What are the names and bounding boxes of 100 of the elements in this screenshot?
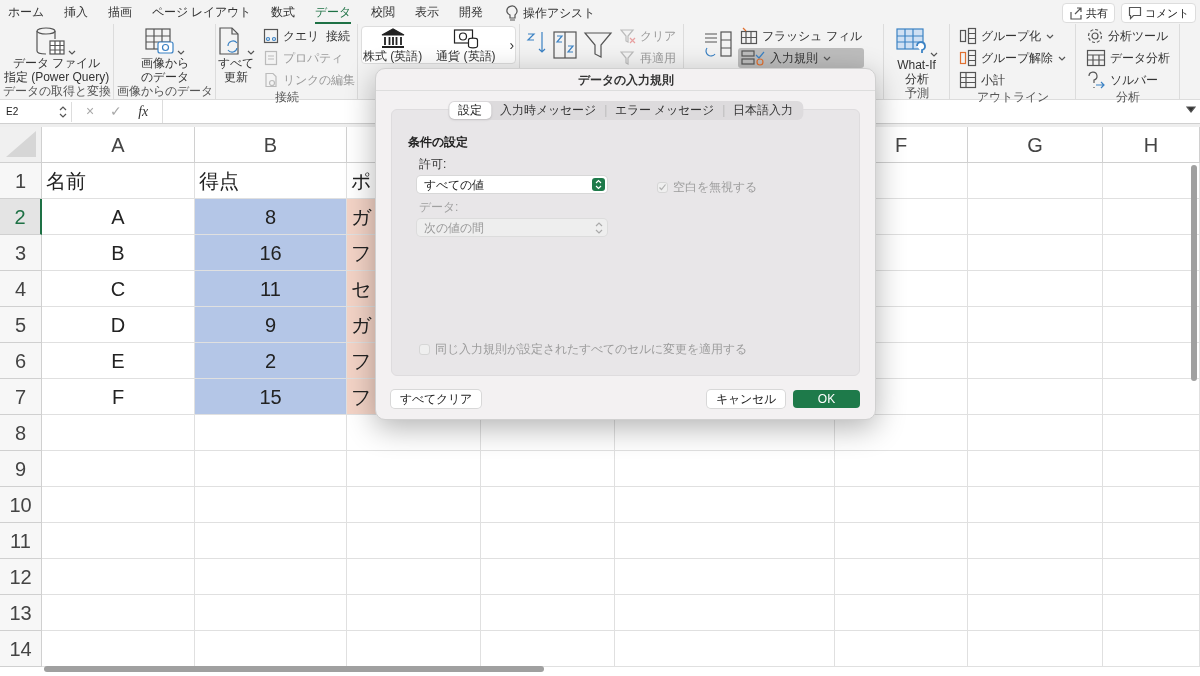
row-header[interactable]: 9 (0, 451, 42, 487)
properties-icon (263, 50, 279, 66)
dialog-button[interactable]: OK (793, 390, 860, 408)
ribbon-button[interactable]: What-If 分析 (894, 26, 939, 86)
group-label: 予測 (904, 86, 929, 101)
checkbox-label: 空白を無視する (673, 179, 757, 196)
row-header[interactable]: 13 (0, 595, 42, 631)
funnel-icon (583, 30, 613, 60)
flash-fill-icon (740, 27, 759, 45)
text-columns-icon (703, 30, 734, 60)
ribbon-tab[interactable]: 数式 (271, 2, 296, 24)
row-header[interactable]: 8 (0, 415, 42, 451)
stepper-icon (59, 105, 67, 118)
column-header[interactable]: G (968, 127, 1103, 163)
table-icon (1085, 49, 1106, 67)
table-cell: 16 (195, 235, 347, 271)
dialog-button[interactable]: すべてクリア (391, 390, 481, 408)
group-label: アウトライン (976, 90, 1049, 105)
select-all-corner[interactable] (0, 127, 42, 163)
row-header[interactable]: 10 (0, 487, 42, 523)
row-header[interactable]: 11 (0, 523, 42, 559)
dialog-tab[interactable]: 設定 (448, 102, 491, 119)
ribbon-tab[interactable]: ページ レイアウト (152, 2, 252, 24)
dropdown-field[interactable]: すべての値 (417, 176, 607, 193)
solver-icon (1085, 70, 1106, 90)
data-type-button[interactable]: 通貨 (英語) (436, 27, 496, 63)
dialog-button[interactable]: キャンセル (707, 390, 785, 408)
validation-icon (740, 49, 767, 67)
ribbon-tab[interactable]: 開発 (459, 2, 484, 24)
ribbon-button[interactable]: データ分析 (1083, 48, 1172, 68)
function-button[interactable]: fx (138, 101, 149, 122)
ribbon-tab[interactable]: 校閲 (371, 2, 396, 24)
dialog-tab[interactable]: 入力時メッセージ (490, 102, 605, 119)
ribbon-button[interactable]: グループ解除 (956, 48, 1069, 68)
lightbulb-icon (503, 4, 520, 22)
table-cell: 11 (195, 271, 347, 307)
row-header[interactable]: 1 (0, 163, 42, 199)
document-link-icon (263, 72, 279, 88)
ribbon-button[interactable]: 小計 (956, 70, 1069, 90)
table-cell: 2 (195, 343, 347, 379)
stepper-icon (595, 221, 603, 234)
table-cell: 15 (195, 379, 347, 415)
group-label: 接続 (274, 90, 299, 105)
ribbon-button[interactable]: クエリ 接続 (261, 26, 357, 46)
row-header[interactable]: 4 (0, 271, 42, 307)
bank-icon (379, 27, 406, 49)
ribbon-tab[interactable]: 表示 (415, 2, 440, 24)
funnel-icon (620, 50, 636, 66)
checkmark-icon (658, 183, 667, 191)
row-header[interactable]: 12 (0, 559, 42, 595)
subtotal-icon (958, 71, 977, 89)
ribbon-button[interactable]: フラッシュ フィル (738, 26, 864, 46)
share-icon (1069, 6, 1083, 20)
row-header[interactable]: 6 (0, 343, 42, 379)
field-label: データ: (419, 199, 459, 216)
share-button[interactable]: 共有 (1062, 3, 1115, 23)
dialog-title: データの入力規則 (376, 71, 875, 91)
table-cell: 名前 (42, 163, 195, 199)
horizontal-scrollbar[interactable] (44, 666, 544, 672)
dialog-tab[interactable]: エラー メッセージ (605, 102, 724, 119)
column-header[interactable]: H (1103, 127, 1200, 163)
assist-search[interactable]: 操作アシスト (523, 4, 596, 22)
column-header[interactable]: A (42, 127, 195, 163)
name-box[interactable]: E2 (2, 101, 72, 122)
row-header[interactable]: 5 (0, 307, 42, 343)
table-cell: 8 (195, 199, 347, 235)
row-header[interactable]: 3 (0, 235, 42, 271)
ribbon-button[interactable]: 入力規則 (738, 48, 864, 68)
query-icon (263, 28, 279, 44)
ribbon-button[interactable]: 画像から のデータ (140, 26, 189, 84)
dialog-tab[interactable]: 日本語入力 (724, 102, 803, 119)
funnel-clear-icon (620, 28, 636, 44)
more-button[interactable]: › (509, 34, 515, 56)
expand-caret-icon (1186, 106, 1196, 114)
row-header[interactable]: 14 (0, 631, 42, 667)
table-cell: 9 (195, 307, 347, 343)
column-header[interactable]: B (195, 127, 347, 163)
ribbon-tab[interactable]: 挿入 (64, 2, 88, 24)
ribbon-tab[interactable]: ホーム (8, 2, 44, 24)
row-header[interactable]: 2 (0, 199, 42, 235)
comment-button[interactable]: コメント (1121, 3, 1196, 23)
ungroup-icon (958, 49, 977, 67)
group-icon (958, 27, 977, 45)
stepper-icon (592, 178, 605, 191)
sort-table-icon (552, 30, 578, 60)
vertical-scrollbar[interactable] (1191, 165, 1197, 381)
ribbon-button[interactable]: すべて 更新 (216, 26, 256, 84)
data-type-button[interactable]: 株式 (英語) (362, 27, 423, 63)
ribbon-button[interactable]: 分析ツール (1083, 26, 1172, 46)
speech-bubble-icon (1128, 6, 1142, 20)
ribbon-tab[interactable]: 描画 (108, 2, 132, 24)
ribbon-button[interactable]: ソルバー (1083, 70, 1172, 90)
section-heading: 条件の設定 (408, 134, 468, 151)
row-header[interactable]: 7 (0, 379, 42, 415)
gear-icon (1085, 27, 1104, 45)
group-label: 画像からのデータ (116, 84, 213, 99)
group-label: 分析 (1115, 90, 1140, 105)
ribbon-button[interactable]: グループ化 (956, 26, 1069, 46)
group-label: データの取得と変換 (2, 84, 111, 99)
ribbon-button[interactable]: データ ファイル 指定 (Power Query) (3, 26, 110, 84)
